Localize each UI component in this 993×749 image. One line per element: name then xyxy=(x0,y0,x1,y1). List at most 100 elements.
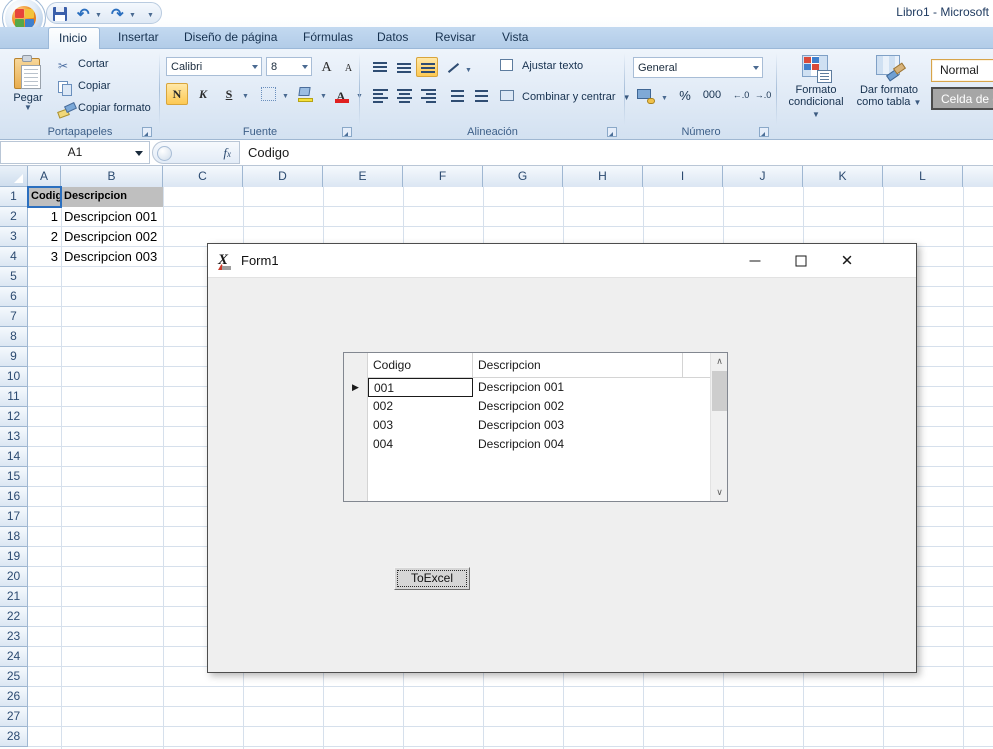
alineacion-dialog-launcher[interactable] xyxy=(607,127,617,137)
conditional-dropdown-icon[interactable]: ▼ xyxy=(812,110,820,119)
align-top-button[interactable] xyxy=(368,57,390,77)
column-header-e[interactable]: E xyxy=(323,166,403,187)
align-middle-button[interactable] xyxy=(392,57,414,77)
undo-icon[interactable]: ↶ xyxy=(77,6,93,22)
column-header-b[interactable]: B xyxy=(61,166,163,187)
paste-dropdown-icon[interactable]: ▼ xyxy=(6,104,50,112)
datagridview-column-header-codigo[interactable]: Codigo xyxy=(368,353,473,378)
column-header-m[interactable]: M xyxy=(963,166,993,187)
insert-function-icon[interactable]: fx xyxy=(223,145,231,161)
copy-button[interactable]: Copiar xyxy=(58,80,110,92)
row-header-14[interactable]: 14 xyxy=(0,447,28,467)
portapapeles-dialog-launcher[interactable] xyxy=(142,127,152,137)
formula-input[interactable]: Codigo xyxy=(242,141,993,164)
percent-format-button[interactable]: % xyxy=(673,85,697,106)
datagridview-cell-codigo[interactable]: 001 xyxy=(368,378,473,397)
datagridview-row[interactable]: 002 Descripcion 002 xyxy=(368,397,710,416)
row-header-25[interactable]: 25 xyxy=(0,667,28,687)
fill-color-button[interactable] xyxy=(294,83,318,105)
datagridview-row[interactable]: 004 Descripcion 004 xyxy=(368,435,710,454)
font-family-combo[interactable]: Calibri xyxy=(166,57,262,76)
datagridview-scrollbar[interactable]: ∧ ∨ xyxy=(710,353,727,501)
underline-dropdown-icon[interactable]: ▼ xyxy=(242,93,249,100)
row-header-12[interactable]: 12 xyxy=(0,407,28,427)
customize-quick-access-icon[interactable]: ▼ xyxy=(147,12,154,19)
row-header-10[interactable]: 10 xyxy=(0,367,28,387)
datagridview-cell-codigo[interactable]: 004 xyxy=(368,435,473,454)
column-header-l[interactable]: L xyxy=(883,166,963,187)
column-header-g[interactable]: G xyxy=(483,166,563,187)
cut-button[interactable]: ✂ Cortar xyxy=(58,58,109,73)
cell-B3[interactable]: Descripcion 002 xyxy=(61,227,163,247)
cell-style-selected[interactable]: Celda de co xyxy=(931,87,993,110)
currency-format-button[interactable] xyxy=(633,85,659,106)
form1-minimize-button[interactable] xyxy=(732,244,778,277)
row-header-23[interactable]: 23 xyxy=(0,627,28,647)
column-header-c[interactable]: C xyxy=(163,166,243,187)
row-header-2[interactable]: 2 xyxy=(0,207,28,227)
datagridview-cell-descripcion[interactable]: Descripcion 003 xyxy=(473,416,683,435)
format-as-table-button[interactable]: Dar formato como tabla ▼ xyxy=(853,55,925,108)
cell-B4[interactable]: Descripcion 003 xyxy=(61,247,163,267)
column-header-j[interactable]: J xyxy=(723,166,803,187)
fill-color-dropdown-icon[interactable]: ▼ xyxy=(320,93,327,100)
cell-B2[interactable]: Descripcion 001 xyxy=(61,207,163,227)
scrollbar-thumb[interactable] xyxy=(712,371,727,411)
tab-vista[interactable]: Vista xyxy=(492,27,538,49)
row-header-18[interactable]: 18 xyxy=(0,527,28,547)
row-header-17[interactable]: 17 xyxy=(0,507,28,527)
row-header-5[interactable]: 5 xyxy=(0,267,28,287)
row-header-22[interactable]: 22 xyxy=(0,607,28,627)
row-header-4[interactable]: 4 xyxy=(0,247,28,267)
datagridview-column-header-descripcion[interactable]: Descripcion xyxy=(473,353,683,378)
row-header-3[interactable]: 3 xyxy=(0,227,28,247)
column-header-f[interactable]: F xyxy=(403,166,483,187)
tab-diseno-de-pagina[interactable]: Diseño de página xyxy=(174,27,287,49)
tab-revisar[interactable]: Revisar xyxy=(425,27,486,49)
datagridview-cell-descripcion[interactable]: Descripcion 002 xyxy=(473,397,683,416)
redo-dropdown-icon[interactable]: ▼ xyxy=(129,12,136,19)
increase-font-size-button[interactable]: A xyxy=(316,56,337,78)
row-header-6[interactable]: 6 xyxy=(0,287,28,307)
datagridview-cell-descripcion[interactable]: Descripcion 001 xyxy=(473,378,683,397)
conditional-formatting-button[interactable]: Formato condicional ▼ xyxy=(783,55,849,120)
row-header-13[interactable]: 13 xyxy=(0,427,28,447)
align-bottom-button[interactable] xyxy=(416,57,438,77)
form1-maximize-button[interactable] xyxy=(778,244,824,277)
decrease-indent-button[interactable] xyxy=(444,85,466,105)
to-excel-button[interactable]: ToExcel xyxy=(394,567,470,590)
tab-datos[interactable]: Datos xyxy=(367,27,418,49)
column-header-k[interactable]: K xyxy=(803,166,883,187)
cell-A4[interactable]: 3 xyxy=(28,247,61,267)
increase-indent-button[interactable] xyxy=(468,85,490,105)
tab-insertar[interactable]: Insertar xyxy=(108,27,169,49)
format-painter-button[interactable]: Copiar formato xyxy=(58,102,151,114)
column-header-a[interactable]: A xyxy=(28,166,61,187)
save-icon[interactable] xyxy=(53,6,69,22)
row-header-16[interactable]: 16 xyxy=(0,487,28,507)
row-header-8[interactable]: 8 xyxy=(0,327,28,347)
row-header-7[interactable]: 7 xyxy=(0,307,28,327)
scroll-down-icon[interactable]: ∨ xyxy=(711,484,728,501)
paste-button[interactable]: Pegar ▼ xyxy=(6,53,50,119)
numero-dialog-launcher[interactable] xyxy=(759,127,769,137)
align-left-button[interactable] xyxy=(368,85,390,105)
comma-format-button[interactable]: 000 xyxy=(699,85,725,106)
cell-style-normal[interactable]: Normal xyxy=(931,59,993,82)
italic-button[interactable]: K xyxy=(192,83,214,105)
cancel-enter-icon[interactable] xyxy=(157,146,172,161)
font-color-button[interactable]: A xyxy=(330,83,354,105)
scroll-up-icon[interactable]: ∧ xyxy=(711,353,728,370)
row-header-1[interactable]: 1 xyxy=(0,187,28,207)
datagridview-cell-codigo[interactable]: 003 xyxy=(368,416,473,435)
row-header-21[interactable]: 21 xyxy=(0,587,28,607)
row-header-11[interactable]: 11 xyxy=(0,387,28,407)
undo-dropdown-icon[interactable]: ▼ xyxy=(95,12,102,19)
form1-close-button[interactable]: ✕ xyxy=(824,244,870,277)
row-header-19[interactable]: 19 xyxy=(0,547,28,567)
bold-button[interactable]: N xyxy=(166,83,188,105)
column-header-d[interactable]: D xyxy=(243,166,323,187)
column-header-h[interactable]: H xyxy=(563,166,643,187)
datagridview-cell-descripcion[interactable]: Descripcion 004 xyxy=(473,435,683,454)
name-box[interactable]: A1 xyxy=(0,141,150,164)
